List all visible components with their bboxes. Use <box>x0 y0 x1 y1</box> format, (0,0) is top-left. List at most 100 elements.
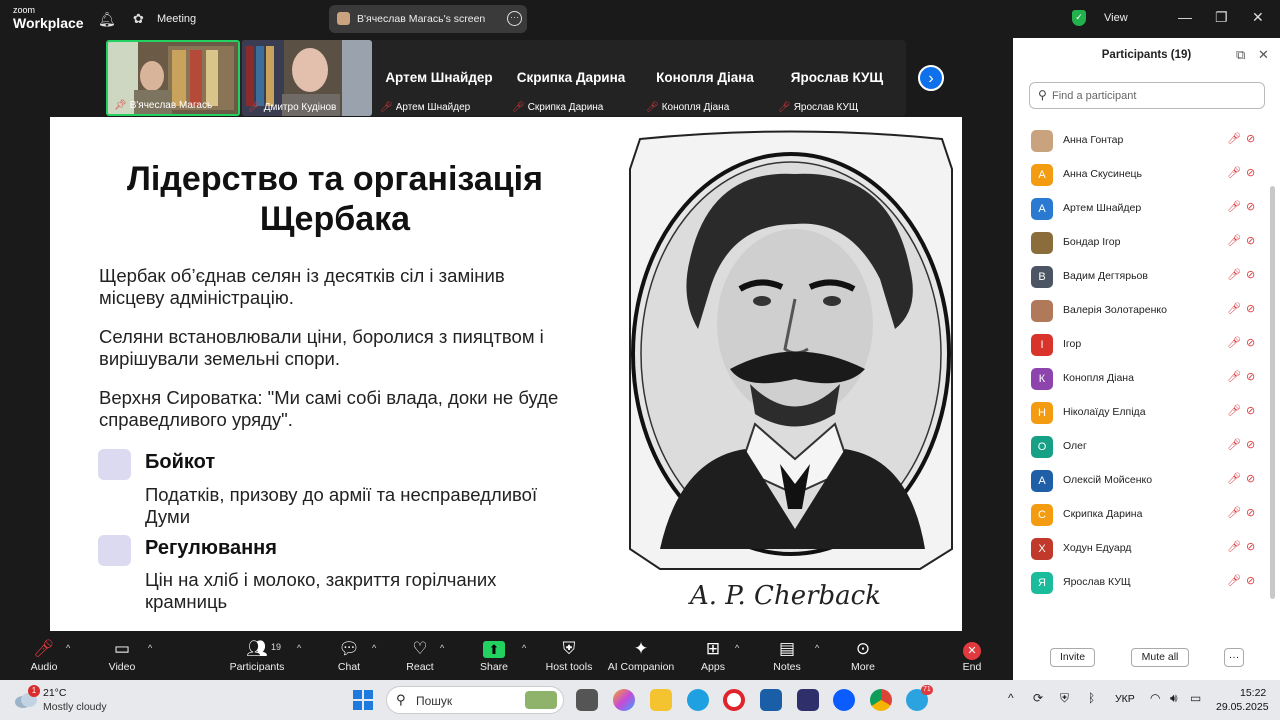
search-input[interactable] <box>1052 87 1252 105</box>
participant-row[interactable]: С Скрипка Дарина 🎤︎ ⊘ <box>1013 498 1270 532</box>
restore-icon[interactable]: ❐ <box>1215 9 1228 26</box>
apps-button[interactable]: ⊞ Apps <box>698 631 728 680</box>
chevron-up-icon[interactable]: ^ <box>1008 691 1014 705</box>
share-button[interactable]: ⬆ Share <box>475 631 513 680</box>
name-tile[interactable]: Ярослав КУЩ 🎤︎ Ярослав КУЩ <box>772 40 904 116</box>
video-tile[interactable]: 📌︎ В'ячеслав Магась <box>106 40 240 116</box>
chevron-up-icon[interactable]: ^ <box>815 643 819 653</box>
file-explorer-icon[interactable] <box>650 689 672 711</box>
participant-row[interactable]: Х Ходун Едуард 🎤︎ ⊘ <box>1013 532 1270 566</box>
audio-button[interactable]: 🎤︎ Audio <box>24 631 64 680</box>
chevron-up-icon[interactable]: ^ <box>66 643 70 653</box>
ai-companion-button[interactable]: ✦ AI Companion <box>606 631 676 680</box>
view-button[interactable]: View <box>1104 12 1128 24</box>
edge-icon[interactable] <box>687 689 709 711</box>
participant-row[interactable]: І Ігор 🎤︎ ⊘ <box>1013 328 1270 362</box>
chevron-up-icon[interactable]: ^ <box>440 643 444 653</box>
participant-row[interactable]: А Олексій Мойсенко 🎤︎ ⊘ <box>1013 464 1270 498</box>
opera-icon[interactable] <box>723 689 745 711</box>
security-shield-icon[interactable]: ✓ <box>1072 10 1086 26</box>
name-tile[interactable]: Артем Шнайдер 🎤︎ Артем Шнайдер <box>374 40 506 116</box>
zoom-taskbar-icon[interactable] <box>833 689 855 711</box>
clock-date[interactable]: 29.05.2025 <box>1216 701 1269 713</box>
participant-row[interactable]: О Олег 🎤︎ ⊘ <box>1013 430 1270 464</box>
volume-icon[interactable]: 🔊︎ <box>1170 691 1178 706</box>
camera-off-icon[interactable]: ⊘ <box>1246 370 1255 383</box>
camera-off-icon[interactable]: ⊘ <box>1246 302 1255 315</box>
chevron-up-icon[interactable]: ^ <box>522 643 526 653</box>
muted-mic-icon[interactable]: 🎤︎ <box>1227 506 1241 519</box>
video-button[interactable]: ▭ Video <box>102 631 142 680</box>
camera-off-icon[interactable]: ⊘ <box>1246 404 1255 417</box>
muted-mic-icon[interactable]: 🎤︎ <box>1227 268 1241 281</box>
muted-mic-icon[interactable]: 🎤︎ <box>1227 234 1241 247</box>
end-button[interactable]: ✕ End <box>958 631 986 680</box>
react-button[interactable]: ♡ React <box>400 631 440 680</box>
app-icon[interactable] <box>797 689 819 711</box>
bluetooth-icon[interactable]: ᛒ <box>1088 691 1095 705</box>
camera-off-icon[interactable]: ⊘ <box>1246 506 1255 519</box>
task-view-icon[interactable] <box>576 689 598 711</box>
clock-time[interactable]: 15:22 <box>1240 687 1266 699</box>
camera-off-icon[interactable]: ⊘ <box>1246 540 1255 553</box>
muted-mic-icon[interactable]: 🎤︎ <box>1227 404 1241 417</box>
camera-off-icon[interactable]: ⊘ <box>1246 234 1255 247</box>
muted-mic-icon[interactable]: 🎤︎ <box>1227 574 1241 587</box>
muted-mic-icon[interactable]: 🎤︎ <box>1227 132 1241 145</box>
participant-search[interactable]: ⚲ <box>1029 82 1265 109</box>
minimize-icon[interactable]: — <box>1178 9 1192 25</box>
participant-row[interactable]: А Анна Скусинець 🎤︎ ⊘ <box>1013 158 1270 192</box>
chevron-up-icon[interactable]: ^ <box>148 643 152 653</box>
chrome-icon[interactable] <box>870 689 892 711</box>
camera-off-icon[interactable]: ⊘ <box>1246 438 1255 451</box>
notes-button[interactable]: ▤ Notes <box>770 631 804 680</box>
muted-mic-icon[interactable]: 🎤︎ <box>1227 336 1241 349</box>
defender-icon[interactable]: ⛨ <box>1060 691 1069 706</box>
sync-icon[interactable]: ⟳ <box>1033 691 1043 705</box>
name-tile[interactable]: Скрипка Дарина 🎤︎ Скрипка Дарина <box>506 40 638 116</box>
close-icon[interactable]: ✕ <box>1252 9 1264 26</box>
video-tile[interactable]: 🎤︎ Дмитро Кудінов <box>242 40 372 116</box>
camera-off-icon[interactable]: ⊘ <box>1246 574 1255 587</box>
copilot-icon[interactable] <box>613 689 635 711</box>
notification-bell-icon[interactable]: 🔔︎ <box>98 11 116 28</box>
store-icon[interactable] <box>760 689 782 711</box>
more-options-button[interactable]: ··· <box>1224 648 1244 667</box>
muted-mic-icon[interactable]: 🎤︎ <box>1227 302 1241 315</box>
panel-scrollbar[interactable] <box>1270 186 1275 599</box>
host-tools-button[interactable]: ⛨ Host tools <box>543 631 595 680</box>
weather-temp[interactable]: 21°C <box>43 687 66 699</box>
invite-button[interactable]: Invite <box>1050 648 1095 667</box>
participant-row[interactable]: В Вадим Дегтярьов 🎤︎ ⊘ <box>1013 260 1270 294</box>
participants-button[interactable]: 👥︎ Participants <box>227 631 287 680</box>
camera-off-icon[interactable]: ⊘ <box>1246 200 1255 213</box>
mute-all-button[interactable]: Mute all <box>1131 648 1189 667</box>
participant-row[interactable]: Н Ніколаїду Елпіда 🎤︎ ⊘ <box>1013 396 1270 430</box>
name-tile[interactable]: Конопля Діана 🎤︎ Конопля Діана <box>640 40 772 116</box>
participant-row[interactable]: Анна Гонтар 🎤︎ ⊘ <box>1013 124 1270 158</box>
participant-row[interactable]: Я Ярослав КУЩ 🎤︎ ⊘ <box>1013 566 1270 600</box>
language-indicator[interactable]: УКР <box>1115 693 1135 705</box>
strip-next-button[interactable]: › <box>918 65 944 91</box>
camera-off-icon[interactable]: ⊘ <box>1246 472 1255 485</box>
muted-mic-icon[interactable]: 🎤︎ <box>1227 472 1241 485</box>
muted-mic-icon[interactable]: 🎤︎ <box>1227 438 1241 451</box>
popout-icon[interactable]: ⧉ <box>1236 47 1245 63</box>
wifi-icon[interactable]: ◠ <box>1150 691 1160 705</box>
chat-button[interactable]: 💬︎ Chat <box>330 631 368 680</box>
close-panel-icon[interactable]: ✕ <box>1258 47 1269 63</box>
participant-row[interactable]: А Артем Шнайдер 🎤︎ ⊘ <box>1013 192 1270 226</box>
share-more-icon[interactable]: ··· <box>507 11 522 26</box>
chevron-up-icon[interactable]: ^ <box>735 643 739 653</box>
more-button[interactable]: ⊙ More <box>846 631 880 680</box>
participant-row[interactable]: Бондар Ігор 🎤︎ ⊘ <box>1013 226 1270 260</box>
chevron-up-icon[interactable]: ^ <box>297 643 301 653</box>
windows-start-icon[interactable] <box>353 690 373 710</box>
chevron-up-icon[interactable]: ^ <box>372 643 376 653</box>
participant-row[interactable]: Валерія Золотаренко 🎤︎ ⊘ <box>1013 294 1270 328</box>
muted-mic-icon[interactable]: 🎤︎ <box>1227 370 1241 383</box>
taskbar-search[interactable]: ⚲ Пошук <box>386 686 564 714</box>
camera-off-icon[interactable]: ⊘ <box>1246 132 1255 145</box>
camera-off-icon[interactable]: ⊘ <box>1246 336 1255 349</box>
battery-icon[interactable]: ▭ <box>1190 691 1201 705</box>
